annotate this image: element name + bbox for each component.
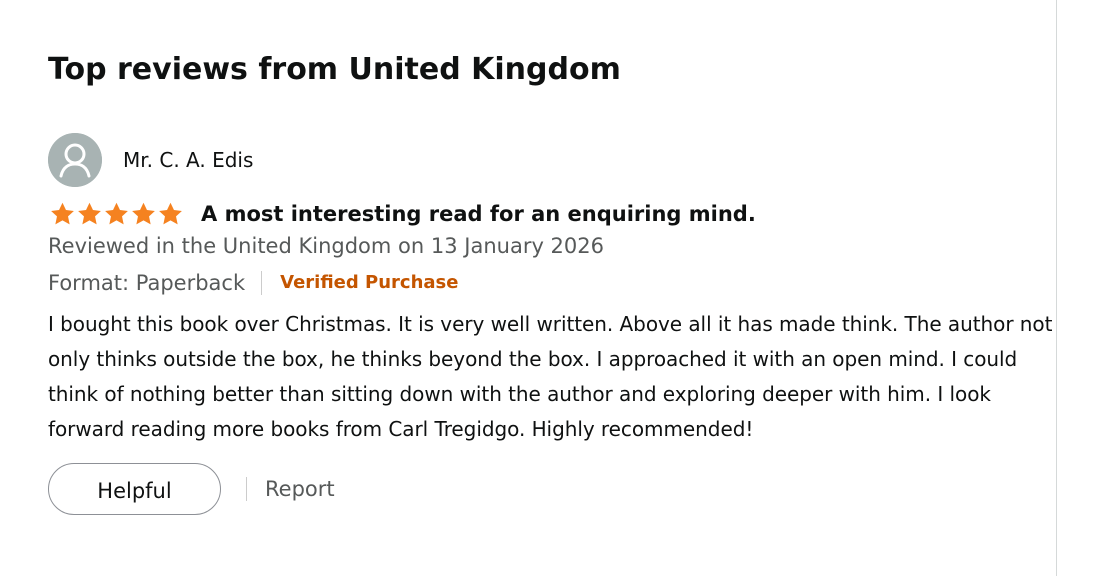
- action-divider: [246, 477, 247, 501]
- default-profile-icon: [48, 133, 102, 187]
- review-card: Mr. C. A. Edis A most interesting read f…: [48, 132, 1058, 516]
- rating-title-line: A most interesting read for an enquiring…: [48, 199, 1058, 229]
- star-rating[interactable]: [49, 201, 184, 227]
- review-title-link[interactable]: A most interesting read for an enquiring…: [201, 200, 756, 228]
- star-icon: [132, 202, 155, 225]
- helpful-button[interactable]: Helpful: [48, 463, 221, 515]
- star-icon: [51, 202, 74, 225]
- review-body: I bought this book over Christmas. It is…: [48, 312, 1053, 441]
- review-actions: Helpful Report: [48, 462, 1058, 516]
- star-icon: [78, 202, 101, 225]
- verified-purchase-badge: Verified Purchase: [280, 272, 459, 293]
- review-date: Reviewed in the United Kingdom on 13 Jan…: [48, 234, 604, 258]
- star-icon: [159, 202, 182, 225]
- star-icon: [105, 202, 128, 225]
- reviews-section-title: Top reviews from United Kingdom: [48, 52, 621, 87]
- avatar[interactable]: [48, 133, 102, 187]
- review-meta: Format: Paperback Verified Purchase: [48, 269, 1058, 297]
- reviewer-profile[interactable]: Mr. C. A. Edis: [48, 132, 1058, 188]
- report-link[interactable]: Report: [265, 475, 335, 503]
- reviewer-name[interactable]: Mr. C. A. Edis: [123, 148, 253, 172]
- meta-divider: [261, 271, 263, 295]
- format-label[interactable]: Format: Paperback: [48, 269, 245, 297]
